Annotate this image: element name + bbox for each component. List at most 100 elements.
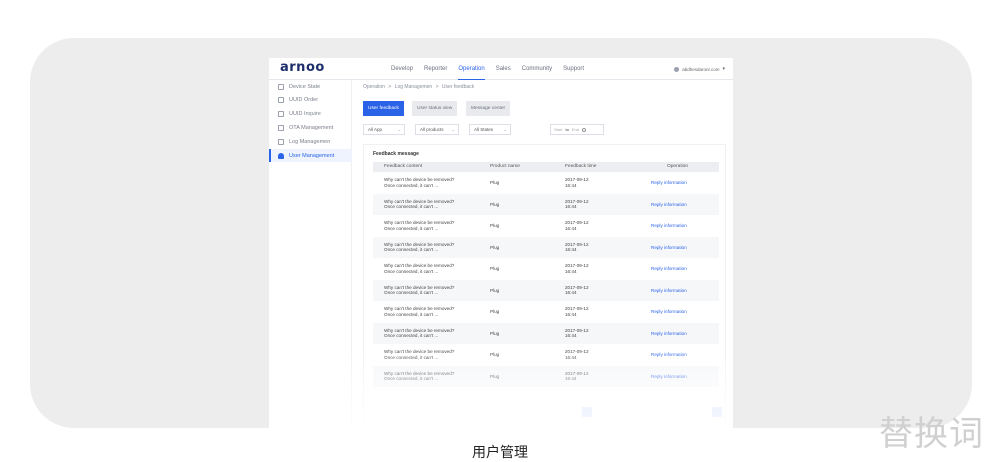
reply-information-link[interactable]: Reply information	[651, 223, 687, 229]
product-name-line: Plug	[490, 352, 500, 357]
date-range-picker[interactable]: Start to End	[550, 124, 604, 135]
table-row: Why can't the device be removed? Once con…	[373, 215, 719, 237]
feedback-content-line: Once connected, it can't ...	[384, 204, 439, 210]
sidebar-item-log-managemen[interactable]: Log Managemen	[269, 135, 352, 148]
reply-information-link-line[interactable]: Reply information	[651, 288, 687, 294]
product-name: Plug	[490, 309, 499, 315]
reply-information-link[interactable]: Reply information	[651, 288, 687, 294]
tab-user-feedback[interactable]: User feedback	[363, 101, 404, 116]
breadcrumb-log-managemen[interactable]: Log Managemen	[395, 84, 433, 90]
products-select[interactable]: All products ⌄	[415, 124, 459, 135]
column-header: Operation	[667, 164, 689, 169]
breadcrumb-separator: >	[388, 84, 392, 90]
feedback-content: Why can't the device be removed? Once con…	[384, 371, 454, 382]
feedback-time-line: 16:44	[565, 182, 577, 188]
sidebar-item-ota-management[interactable]: OTA Management	[269, 121, 352, 134]
nav-develop[interactable]: Develop	[391, 58, 413, 80]
sidebar-item-uuid-order[interactable]: UUID Order	[269, 93, 352, 106]
product-name-line: Plug	[490, 180, 500, 185]
feedback-time-line: 2017-09-12	[565, 220, 589, 225]
nav-support[interactable]: Support	[563, 58, 584, 80]
reply-information-link[interactable]: Reply information	[651, 202, 687, 208]
reply-information-link-line[interactable]: Reply information	[651, 180, 687, 186]
feedback-content: Why can't the device be removed? Once con…	[384, 177, 454, 188]
reply-information-link[interactable]: Reply information	[651, 309, 687, 315]
feedback-time: 2017-09-12 16:44	[565, 220, 589, 231]
reply-information-link[interactable]: Reply information	[651, 245, 687, 251]
mockup-stage: arnoo Develop Reporter Operation Sales C…	[30, 38, 972, 428]
sidebar-item-device-state[interactable]: Device State	[269, 80, 352, 93]
sidebar-item-uuid-inquire[interactable]: UUID Inquire	[269, 107, 352, 120]
feedback-time-line: 16:44	[565, 333, 577, 339]
tab-message-center[interactable]: Message center	[466, 101, 511, 116]
breadcrumb-current: User feedback	[441, 84, 475, 90]
feedback-content: Why can't the device be removed? Once con…	[384, 285, 454, 296]
grid-icon	[278, 124, 284, 131]
reply-information-link-line[interactable]: Reply information	[651, 331, 687, 337]
sidebar: Device State UUID Order UUID Inquire OTA…	[269, 80, 352, 428]
product-name: Plug	[490, 202, 499, 208]
pagination-next-button[interactable]	[712, 407, 722, 417]
app-select[interactable]: All App ⌄	[363, 124, 405, 135]
column-header: Product name	[490, 164, 520, 169]
column-header: Feedback time	[565, 164, 597, 169]
user-menu[interactable]: abdhesdaronr.com ▾	[674, 58, 725, 80]
states-select[interactable]: All States ⌄	[469, 124, 511, 135]
nav-operation[interactable]: Operation	[458, 58, 486, 80]
feedback-time-line: 16:44	[565, 268, 577, 274]
reply-information-link-line[interactable]: Reply information	[651, 245, 687, 251]
feedback-content-line: Once connected, it can't ...	[384, 247, 439, 253]
feedback-time: 2017-09-12 16:44	[565, 371, 589, 382]
tab-user-status-view[interactable]: User status view	[412, 101, 458, 116]
feedback-content: Why can't the device be removed? Once con…	[384, 306, 454, 317]
feedback-content-line: Once connected, it can't ...	[384, 268, 439, 274]
main-nav: Develop Reporter Operation Sales Communi…	[391, 58, 595, 80]
feedback-content: Why can't the device be removed? Once con…	[384, 242, 454, 253]
reply-information-link-line[interactable]: Reply information	[651, 202, 687, 208]
reply-information-link[interactable]: Reply information	[651, 374, 687, 380]
product-name: Plug	[490, 352, 499, 358]
table-row: Why can't the device be removed? Once con…	[373, 322, 719, 344]
reply-information-link-line[interactable]: Reply information	[651, 309, 687, 315]
product-name: Plug	[490, 288, 499, 294]
sidebar-item-user-management[interactable]: User Management	[269, 149, 352, 162]
product-name-line: Plug	[490, 223, 500, 228]
date-start-placeholder: Start	[554, 127, 563, 132]
pagination-prev-button[interactable]	[582, 407, 592, 417]
product-name-line: Plug	[490, 309, 500, 314]
reply-information-link[interactable]: Reply information	[651, 266, 687, 272]
feedback-time-line: 2017-09-12	[565, 306, 589, 311]
nav-sales[interactable]: Sales	[496, 58, 511, 80]
reply-information-link-line[interactable]: Reply information	[651, 374, 687, 380]
feedback-content: Why can't the device be removed? Once con…	[384, 263, 454, 274]
feedback-time-line: 16:44	[565, 311, 577, 317]
feedback-time-line: 16:44	[565, 204, 577, 210]
feedback-content-line: Once connected, it can't ...	[384, 290, 439, 296]
chevron-down-icon: ⌄	[503, 127, 507, 132]
feedback-time-line: 16:44	[565, 247, 577, 253]
breadcrumb: Operation > Log Managemen > User feedbac…	[363, 84, 476, 90]
table-row: Why can't the device be removed? Once con…	[373, 236, 719, 258]
sidebar-item-label: OTA Management	[289, 124, 334, 131]
breadcrumb-operation[interactable]: Operation	[363, 84, 385, 90]
product-name: Plug	[490, 266, 499, 272]
feedback-time-line: 16:44	[565, 354, 577, 360]
reply-information-link[interactable]: Reply information	[651, 331, 687, 337]
sidebar-item-label: Log Managemen	[289, 138, 331, 145]
brand-logo[interactable]: arnoo	[280, 61, 325, 75]
feedback-content-line: Why can't the device be removed?	[384, 177, 455, 182]
reply-information-link-line[interactable]: Reply information	[651, 266, 687, 272]
sidebar-item-label: User Management	[289, 152, 335, 159]
product-name: Plug	[490, 180, 499, 186]
reply-information-link-line[interactable]: Reply information	[651, 352, 687, 358]
reply-information-link[interactable]: Reply information	[651, 352, 687, 358]
feedback-time-line: 2017-09-12	[565, 349, 589, 354]
nav-reporter[interactable]: Reporter	[424, 58, 447, 80]
user-icon	[278, 152, 284, 159]
reply-information-link[interactable]: Reply information	[651, 180, 687, 186]
sidebar-item-label: Device State	[289, 83, 321, 90]
feedback-content: Why can't the device be removed? Once con…	[384, 220, 454, 231]
reply-information-link-line[interactable]: Reply information	[651, 223, 687, 229]
chevron-down-icon: ⌄	[451, 127, 455, 132]
nav-community[interactable]: Community	[522, 58, 552, 80]
